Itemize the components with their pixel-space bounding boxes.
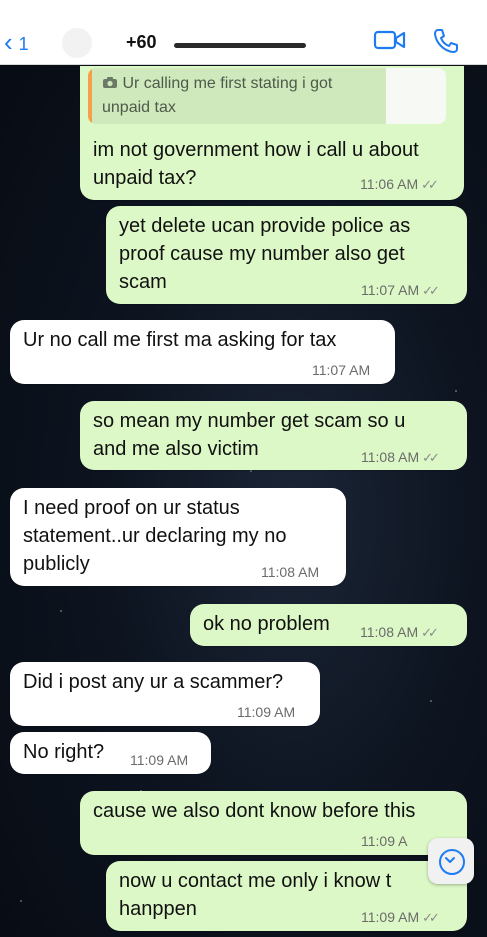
message-bubble-outgoing[interactable]: so mean my number get scam so u and me a… bbox=[80, 401, 467, 470]
message-bubble-outgoing[interactable]: ok no problem 11:08 AM ✓✓ bbox=[190, 604, 467, 646]
message-time: 11:08 AM ✓✓ bbox=[361, 449, 440, 465]
message-bubble-outgoing[interactable]: cause we also dont know before this 11:0… bbox=[80, 791, 467, 855]
message-time: 11:08 AM ✓✓ bbox=[360, 624, 439, 640]
message-time: 11:09 AM bbox=[237, 704, 296, 720]
contact-info[interactable]: +60 bbox=[56, 26, 306, 58]
chat-header: ‹ 1 +60 bbox=[0, 0, 487, 65]
avatar[interactable] bbox=[62, 28, 92, 58]
camera-icon bbox=[102, 75, 122, 92]
read-ticks-icon: ✓✓ bbox=[422, 910, 440, 925]
read-ticks-icon: ✓✓ bbox=[421, 625, 439, 640]
read-ticks-icon: ✓✓ bbox=[421, 177, 439, 192]
video-call-icon[interactable] bbox=[373, 27, 407, 58]
message-bubble-incoming[interactable]: Ur no call me first ma asking for tax 11… bbox=[10, 320, 395, 384]
message-text: cause we also dont know before this bbox=[93, 800, 416, 822]
message-text: Did i post any ur a scammer? bbox=[23, 671, 284, 693]
read-ticks-icon: ✓✓ bbox=[422, 283, 440, 298]
read-ticks-icon: ✓✓ bbox=[422, 450, 440, 465]
message-time: 11:07 AM bbox=[312, 362, 371, 378]
message-bubble-incoming[interactable]: No right? 11:09 AM bbox=[10, 732, 211, 774]
message-time: 11:08 AM bbox=[261, 564, 320, 580]
chevron-down-icon bbox=[439, 849, 465, 875]
message-text: No right? bbox=[23, 741, 105, 763]
message-bubble-incoming[interactable]: Did i post any ur a scammer? 11:09 AM bbox=[10, 662, 320, 726]
message-text: Ur no call me first ma asking for tax bbox=[23, 329, 337, 351]
message-bubble-outgoing[interactable]: Ur calling me first stating i got unpaid… bbox=[80, 66, 464, 200]
back-button[interactable]: ‹ 1 bbox=[4, 27, 29, 57]
message-bubble-outgoing[interactable]: now u contact me only i know t hanppen 1… bbox=[106, 861, 467, 931]
message-time: 11:09 AM ✓✓ bbox=[361, 909, 440, 925]
quoted-message[interactable]: Ur calling me first stating i got unpaid… bbox=[88, 68, 446, 124]
redacted-number bbox=[174, 43, 306, 48]
quote-thumbnail bbox=[386, 68, 446, 124]
message-time: 11:09 AM bbox=[130, 752, 189, 768]
message-time: 11:07 AM ✓✓ bbox=[361, 282, 440, 298]
quote-accent-bar bbox=[88, 68, 92, 124]
message-bubble-incoming[interactable]: I need proof on ur status statement..ur … bbox=[10, 488, 346, 586]
message-text: now u contact me only i know t hanppen bbox=[119, 870, 392, 920]
chevron-left-icon: ‹ bbox=[4, 27, 13, 57]
phone-call-icon[interactable] bbox=[432, 27, 460, 60]
message-time: 11:06 AM ✓✓ bbox=[360, 176, 439, 192]
message-text: I need proof on ur status statement..ur … bbox=[23, 497, 287, 575]
scroll-to-bottom-button[interactable] bbox=[428, 838, 474, 884]
message-bubble-outgoing[interactable]: yet delete ucan provide police as proof … bbox=[106, 206, 467, 304]
message-text: so mean my number get scam so u and me a… bbox=[93, 410, 406, 460]
quoted-text: Ur calling me first stating i got unpaid… bbox=[102, 75, 333, 116]
message-text: ok no problem bbox=[203, 613, 330, 635]
unread-count: 1 bbox=[18, 34, 29, 54]
message-time: 11:09 A bbox=[361, 833, 408, 849]
contact-name: +60 bbox=[126, 32, 157, 52]
